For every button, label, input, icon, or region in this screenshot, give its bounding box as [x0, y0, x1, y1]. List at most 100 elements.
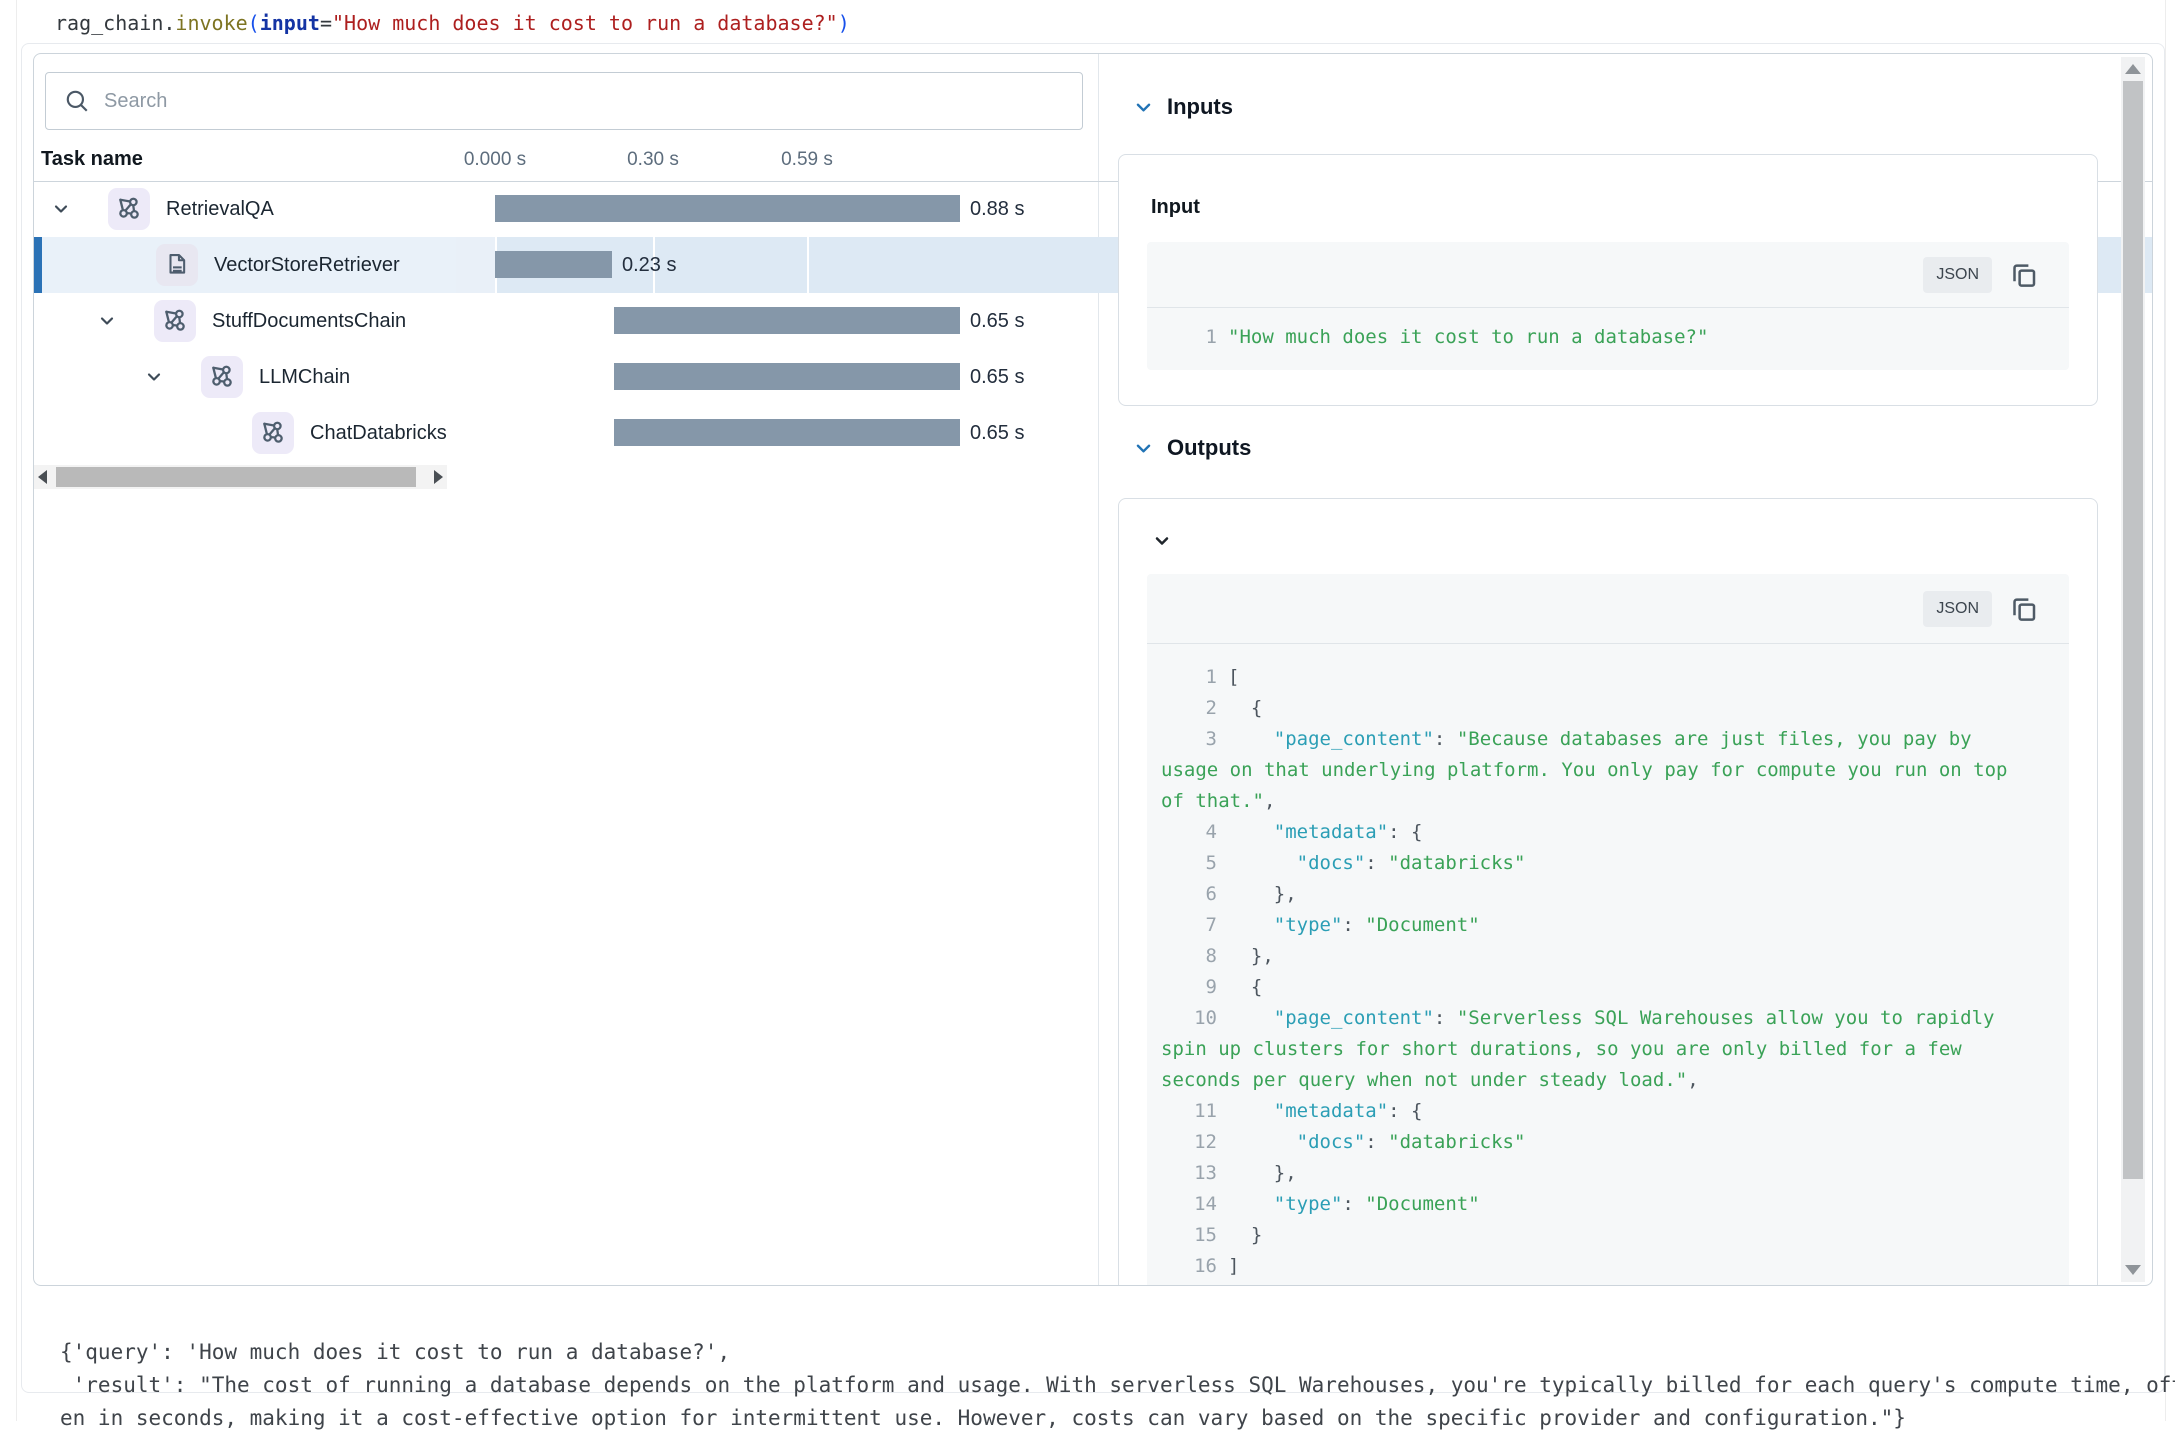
horizontal-scroll-thumb[interactable]	[56, 467, 416, 487]
duration-bar[interactable]	[495, 195, 960, 222]
code-segment	[1228, 1100, 1274, 1122]
json-code-row: 11 "metadata": {	[1161, 1096, 2055, 1127]
output-container: Task name 0.000 s0.30 s0.59 s 0.88 sRetr…	[21, 43, 2165, 1393]
chevron-down-icon[interactable]	[1134, 98, 1153, 117]
result-text-line: 'result': "The cost of running a databas…	[60, 1369, 2175, 1402]
task-name-label: StuffDocumentsChain	[212, 310, 406, 333]
code-segment: },	[1274, 1162, 1297, 1184]
code-segment	[1228, 1131, 1297, 1153]
tree-horizontal-scrollbar[interactable]	[34, 465, 447, 489]
copy-icon[interactable]	[2009, 594, 2039, 624]
scroll-left-arrow-icon[interactable]	[38, 470, 47, 484]
code-segment: :	[1365, 852, 1388, 874]
task-name-label: LLMChain	[259, 366, 350, 389]
json-code-row: 1[	[1161, 662, 2055, 693]
json-code-row: 5 "docs": "databricks"	[1161, 848, 2055, 879]
task-name-cell: StuffDocumentsChain	[34, 293, 519, 349]
scroll-right-arrow-icon[interactable]	[434, 470, 443, 484]
details-vertical-scrollbar[interactable]	[2121, 57, 2145, 1282]
json-toggle-button[interactable]: JSON	[1923, 591, 1992, 627]
code-segment: :	[1342, 914, 1365, 936]
scroll-down-arrow-icon[interactable]	[2125, 1265, 2141, 1275]
code-segment: "metadata"	[1274, 821, 1388, 843]
code-segment: : {	[1388, 821, 1422, 843]
code-segment: {	[1251, 697, 1262, 719]
expand-chevron-icon[interactable]	[51, 199, 71, 219]
chain-node-icon	[201, 356, 243, 398]
document-node-icon	[156, 244, 198, 286]
task-name-label: RetrievalQA	[166, 198, 274, 221]
chevron-down-icon[interactable]	[1134, 439, 1153, 458]
json-code-row: 8 },	[1161, 941, 2055, 972]
line-number: 14	[1161, 1189, 1217, 1220]
code-segment: "How much does it cost to run a database…	[1228, 326, 1708, 348]
line-number: 12	[1161, 1127, 1217, 1158]
code-segment: ,	[1264, 790, 1275, 812]
time-axis-tick-label: 0.000 s	[464, 149, 526, 171]
code-segment: rag_chain.	[55, 11, 175, 35]
expand-chevron-icon[interactable]	[97, 311, 117, 331]
code-segment: input	[260, 11, 320, 35]
code-segment: "page_content"	[1274, 1007, 1434, 1029]
search-input[interactable]	[102, 89, 1006, 114]
code-segment: },	[1274, 883, 1297, 905]
code-segment: }	[1251, 1224, 1262, 1246]
code-segment: [	[1228, 666, 1239, 688]
result-text-line: {'query': 'How much does it cost to run …	[60, 1336, 2175, 1369]
code-segment: seconds per query when not under steady …	[1161, 1069, 1687, 1091]
json-code-row: 7 "type": "Document"	[1161, 910, 2055, 941]
line-number: 5	[1161, 848, 1217, 879]
json-code-row: 4 "metadata": {	[1161, 817, 2055, 848]
code-segment	[1228, 1224, 1251, 1246]
code-segment: ]	[1228, 1255, 1239, 1277]
result-text-output: {'query': 'How much does it cost to run …	[60, 1336, 2175, 1435]
search-box[interactable]	[45, 72, 1083, 130]
code-segment: :	[1434, 1007, 1457, 1029]
code-segment: usage on that underlying platform. You o…	[1161, 759, 2007, 781]
chain-node-icon	[252, 412, 294, 454]
code-segment: "page_content"	[1274, 728, 1434, 750]
json-code-row: 9 {	[1161, 972, 2055, 1003]
code-segment: spin up clusters for short durations, so…	[1161, 1038, 1962, 1060]
code-segment: "type"	[1274, 914, 1343, 936]
json-code-row: 16]	[1161, 1251, 2055, 1282]
code-segment	[1228, 883, 1274, 905]
code-segment	[1228, 1193, 1274, 1215]
code-segment: :	[1365, 1131, 1388, 1153]
code-segment	[1228, 945, 1251, 967]
line-number: 4	[1161, 817, 1217, 848]
code-segment: invoke	[175, 11, 247, 35]
timeline-zone: 0.65 s	[456, 405, 2152, 461]
outputs-section-header[interactable]: Outputs	[1134, 434, 1251, 462]
code-segment: :	[1342, 1193, 1365, 1215]
vertical-scroll-thumb[interactable]	[2123, 81, 2143, 1179]
json-toggle-button[interactable]: JSON	[1923, 257, 1992, 293]
code-segment: of that."	[1161, 790, 1264, 812]
line-number: 3	[1161, 724, 1217, 755]
search-icon	[64, 88, 90, 114]
code-segment	[1228, 1007, 1274, 1029]
notebook-code-line: rag_chain.invoke(input="How much does it…	[55, 6, 850, 40]
copy-icon[interactable]	[2009, 260, 2039, 290]
code-segment: "Document"	[1365, 1193, 1479, 1215]
duration-bar[interactable]	[614, 307, 960, 334]
line-number: 8	[1161, 941, 1217, 972]
duration-bar[interactable]	[614, 363, 960, 390]
line-number: 6	[1161, 879, 1217, 910]
code-segment: "metadata"	[1274, 1100, 1388, 1122]
cell-left-edge	[16, 0, 17, 1421]
code-segment	[1228, 728, 1274, 750]
code-segment: )	[838, 11, 850, 35]
json-code-row: 13 },	[1161, 1158, 2055, 1189]
cell-right-edge	[2165, 0, 2166, 1421]
code-segment: "Because databases are just files, you p…	[1457, 728, 1972, 750]
scroll-up-arrow-icon[interactable]	[2125, 64, 2141, 74]
inputs-section-header[interactable]: Inputs	[1134, 93, 1233, 121]
collapse-chevron-down-icon[interactable]	[1152, 531, 1172, 551]
code-segment: "type"	[1274, 1193, 1343, 1215]
expand-chevron-icon[interactable]	[144, 367, 164, 387]
time-axis-tick-label: 0.59 s	[781, 149, 833, 171]
json-code-row: 14 "type": "Document"	[1161, 1189, 2055, 1220]
input-json-block: JSON 1"How much does it cost to run a da…	[1147, 242, 2069, 370]
task-row-chatdatabricks[interactable]: 0.65 sChatDatabricks	[34, 405, 2152, 461]
